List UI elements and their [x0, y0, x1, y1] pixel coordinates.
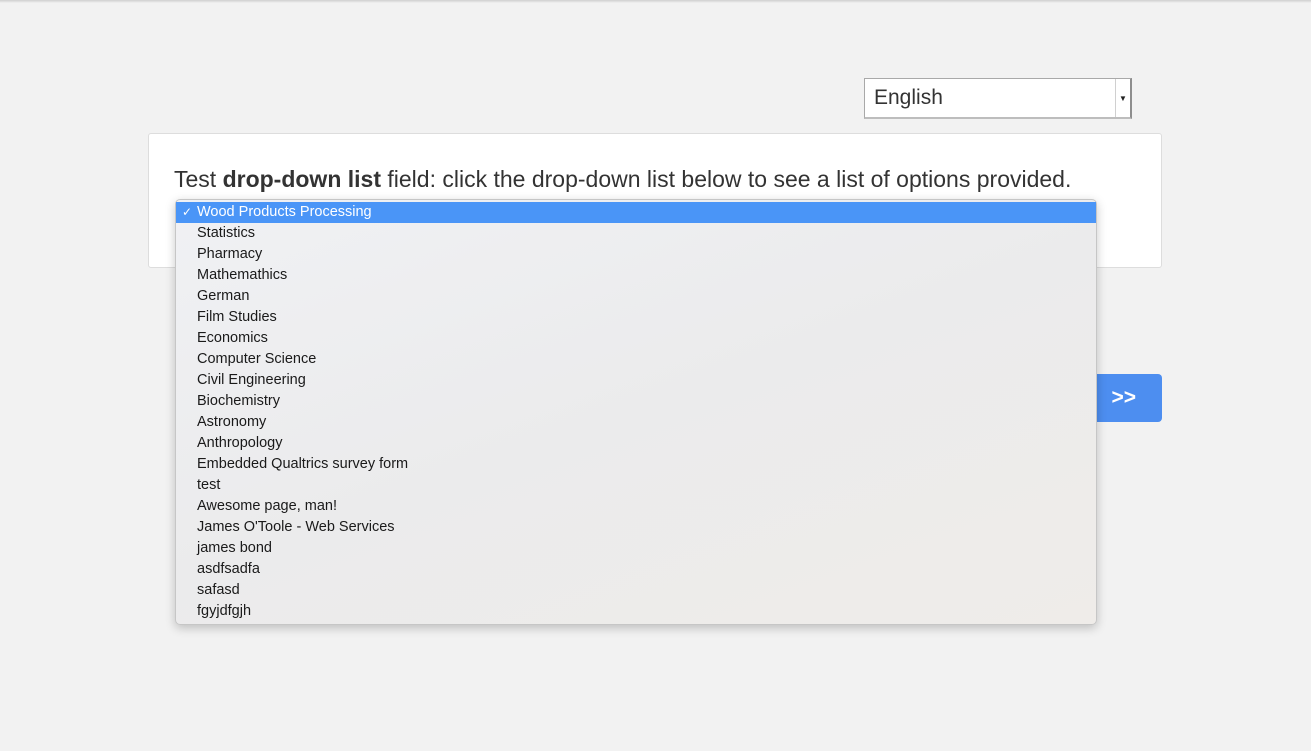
dropdown-option-label: fgyjdfgjh: [197, 603, 252, 619]
question-bold: drop-down list: [222, 166, 381, 192]
dropdown-option-label: Awesome page, man!: [197, 498, 337, 514]
dropdown-option[interactable]: Civil Engineering: [176, 370, 1096, 391]
dropdown-option-label: Civil Engineering: [197, 372, 306, 388]
dropdown-option-label: test: [197, 477, 221, 493]
dropdown-option[interactable]: Statistics: [176, 223, 1096, 244]
top-edge-shadow: [0, 0, 1311, 3]
dropdown-option[interactable]: james bond: [176, 538, 1096, 559]
dropdown-option-label: james bond: [197, 540, 272, 556]
dropdown-option-label: Pharmacy: [197, 246, 263, 262]
dropdown-option[interactable]: Film Studies: [176, 307, 1096, 328]
dropdown-option-label: Economics: [197, 330, 268, 346]
dropdown-option-label: safasd: [197, 582, 240, 598]
dropdown-option[interactable]: fgyjdfgjh: [176, 601, 1096, 622]
dropdown-option-label: asdfsadfa: [197, 561, 260, 577]
question-prefix: Test: [174, 166, 223, 192]
dropdown-option-label: German: [197, 288, 250, 304]
dropdown-option-label: Film Studies: [197, 309, 277, 325]
dropdown-option[interactable]: Biochemistry: [176, 391, 1096, 412]
dropdown-option[interactable]: Anthropology: [176, 433, 1096, 454]
question-suffix: field: click the drop-down list below to…: [381, 166, 1072, 192]
dropdown-option-label: Wood Products Processing: [197, 204, 372, 220]
dropdown-option-label: Computer Science: [197, 351, 317, 367]
dropdown-option[interactable]: test: [176, 475, 1096, 496]
dropdown-option-label: Statistics: [197, 225, 256, 241]
dropdown-option[interactable]: Mathemathics: [176, 265, 1096, 286]
language-select-value: English: [874, 86, 943, 109]
dropdown-option-label: Embedded Qualtrics survey form: [197, 456, 409, 472]
dropdown-option[interactable]: Economics: [176, 328, 1096, 349]
caret-down-icon: ▼: [1115, 79, 1130, 117]
dropdown-option-label: Astronomy: [197, 414, 267, 430]
dropdown-option-label: Anthropology: [197, 435, 283, 451]
dropdown-option[interactable]: safasd: [176, 580, 1096, 601]
dropdown-option[interactable]: James O'Toole - Web Services: [176, 517, 1096, 538]
dropdown-option[interactable]: Embedded Qualtrics survey form: [176, 454, 1096, 475]
dropdown-option[interactable]: Awesome page, man!: [176, 496, 1096, 517]
dropdown-option[interactable]: Astronomy: [176, 412, 1096, 433]
question-text: Test drop-down list field: click the dro…: [174, 166, 1071, 193]
dropdown-option-label: Biochemistry: [197, 393, 280, 409]
dropdown-option[interactable]: asdfsadfa: [176, 559, 1096, 580]
dropdown-option-label: Mathemathics: [197, 267, 288, 283]
dropdown-option[interactable]: ✓ Wood Products Processing: [176, 202, 1096, 223]
dropdown-option[interactable]: Computer Science: [176, 349, 1096, 370]
dropdown-options-list[interactable]: ✓ Wood Products Processing Statistics Pharm…: [175, 199, 1097, 625]
dropdown-option-label: James O'Toole - Web Services: [197, 519, 395, 535]
language-select[interactable]: English ▼: [864, 78, 1132, 119]
dropdown-option[interactable]: Pharmacy: [176, 244, 1096, 265]
check-icon: ✓: [182, 205, 193, 219]
dropdown-option[interactable]: German: [176, 286, 1096, 307]
